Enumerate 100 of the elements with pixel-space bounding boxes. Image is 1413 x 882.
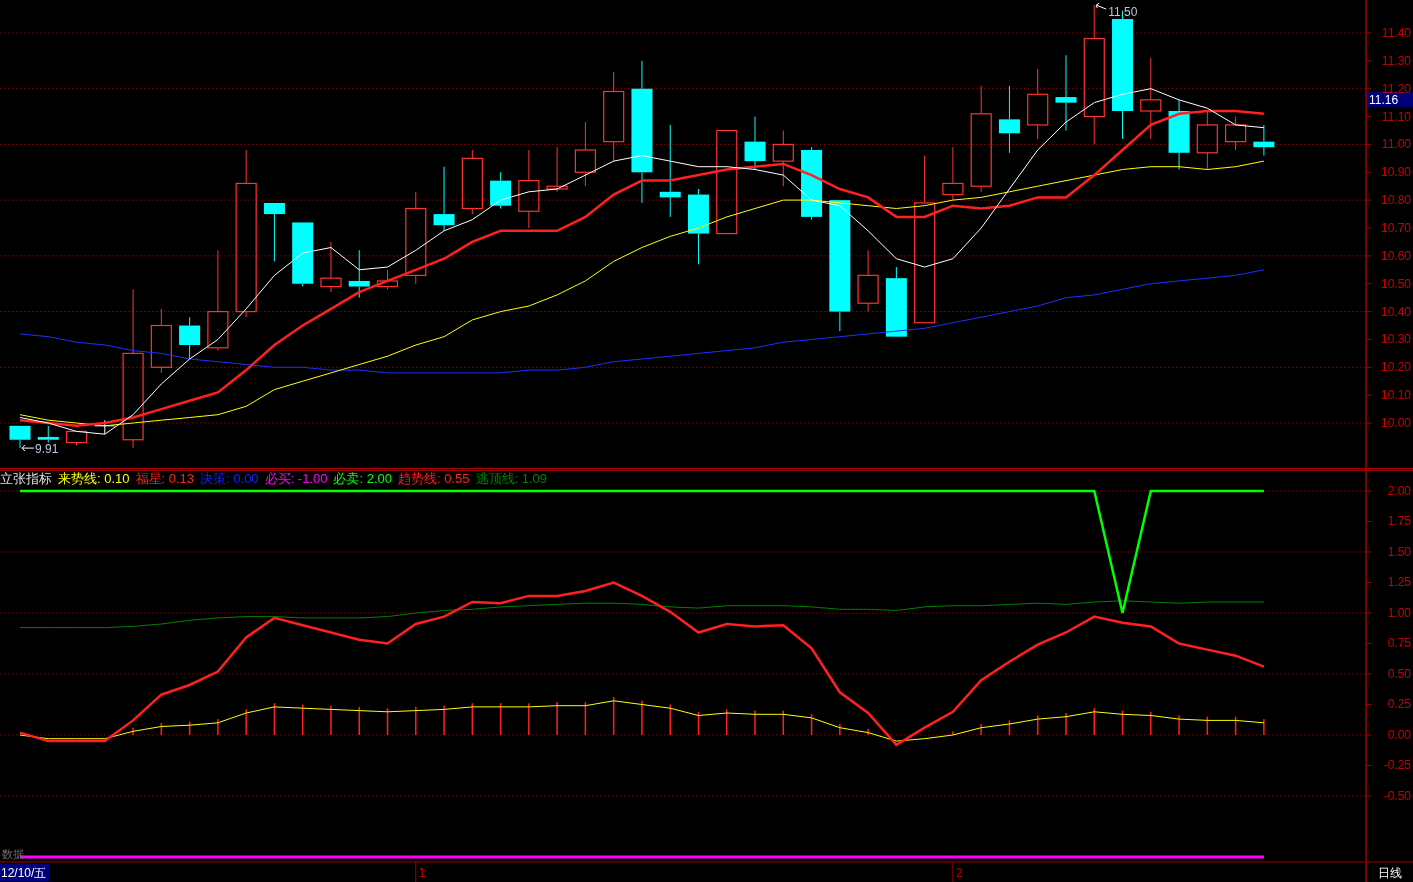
legend-value: 趋势线: 0.55 <box>398 471 470 486</box>
candlestick <box>772 130 794 187</box>
candlestick <box>1253 124 1275 157</box>
indicator-bar <box>952 731 954 735</box>
price-axis-label: 10.10 <box>1380 388 1411 403</box>
indicator-bar <box>160 722 163 735</box>
candlestick <box>348 249 370 299</box>
candlestick <box>376 269 399 290</box>
candlestick <box>857 249 879 313</box>
indicator-bar <box>330 705 332 735</box>
price-axis-label: 10.50 <box>1380 276 1411 291</box>
price-axis-label: 11.30 <box>1381 53 1411 68</box>
indicator-bar <box>499 703 502 735</box>
price-axis-label: 10.00 <box>1380 416 1411 431</box>
indicator-axis-label: 1.75 <box>1387 514 1411 529</box>
indicator-bar <box>1036 715 1039 735</box>
indicator-bar <box>641 700 643 735</box>
candlestick <box>179 316 201 360</box>
candlestick <box>433 166 455 232</box>
period-tab[interactable]: 日线 <box>1377 866 1402 880</box>
candlestick <box>744 116 766 170</box>
indicator-bar <box>415 706 417 735</box>
indicator-bar <box>1150 711 1152 735</box>
indicator-bar <box>1093 708 1095 735</box>
indicator-bar <box>471 703 474 735</box>
indicator-bar <box>726 709 728 735</box>
indicator-bar <box>754 710 756 735</box>
price-axis-label: 10.40 <box>1380 304 1411 319</box>
indicator-bar <box>358 706 360 735</box>
price-axis-label: 10.60 <box>1380 248 1411 263</box>
legend-value: 必买: -1.00 <box>264 471 328 486</box>
price-axis-label: 10.90 <box>1380 165 1411 180</box>
indicator-bar <box>1234 716 1237 735</box>
candlestick <box>574 121 596 187</box>
price-axis-label: 11.40 <box>1381 26 1411 40</box>
indicator-bar <box>980 724 982 735</box>
indicator-title: 立张指标 <box>0 471 52 486</box>
candlestick <box>65 430 88 446</box>
candlestick <box>461 149 483 215</box>
indicator-bar <box>132 727 134 735</box>
legend-value: 逃顶线: 1.09 <box>475 471 548 486</box>
indicator-bar <box>443 705 445 735</box>
price-axis-label: 10.30 <box>1380 332 1411 347</box>
legend-value: 来势线: 0.10 <box>58 471 130 486</box>
indicator-axis-label: 1.25 <box>1387 575 1411 590</box>
candlestick <box>37 425 59 444</box>
indicator-axis-label: 1.50 <box>1387 545 1411 559</box>
candlestick <box>150 308 172 374</box>
candlestick <box>490 171 512 209</box>
indicator-axis-label: 0.25 <box>1387 697 1411 712</box>
candlestick <box>320 241 342 293</box>
indicator-bar <box>1065 713 1067 735</box>
indicator-bar <box>188 721 191 735</box>
candlestick <box>263 202 285 262</box>
candlestick <box>885 266 907 338</box>
indicator-bar <box>245 709 247 735</box>
candlestick <box>1027 68 1049 140</box>
legend-value: 决策: 0.00 <box>200 471 259 486</box>
price-axis-label: 10.70 <box>1380 221 1411 235</box>
indicator-bar <box>556 702 558 735</box>
price-axis-label: 11.10 <box>1381 109 1411 124</box>
indicator-axis-label: 2.00 <box>1387 484 1411 498</box>
indicator-bar <box>1008 720 1011 735</box>
indicator-bar <box>669 704 671 735</box>
indicator-axis-label: 0.50 <box>1387 667 1411 681</box>
indicator-bar <box>528 703 530 735</box>
indicator-bar <box>867 728 869 735</box>
date-tick: 1 <box>415 861 426 882</box>
price-axis-label: 10.20 <box>1380 360 1411 375</box>
indicator-bar <box>301 704 304 735</box>
legend-value: 福星: 0.13 <box>135 471 195 486</box>
date-label: 12/10/五 <box>0 864 49 881</box>
candlestick <box>998 85 1020 154</box>
candlestick <box>546 146 568 193</box>
indicator-bar <box>217 719 219 735</box>
indicator-axis-label: 0.75 <box>1387 636 1411 651</box>
indicator-bar <box>386 708 389 735</box>
indicator-bar <box>1206 716 1209 735</box>
indicator-bar <box>697 711 700 735</box>
annotation: 9.91 <box>35 442 59 457</box>
indicator-axis-label: 0.00 <box>1387 728 1411 742</box>
indicator-bar <box>810 714 813 735</box>
indicator-bar <box>612 697 615 735</box>
indicator-bar <box>1121 710 1124 735</box>
footer-note: 数据 <box>2 848 24 860</box>
candlestick <box>1168 99 1190 170</box>
legend-value: 必卖: 2.00 <box>333 471 392 486</box>
candlestick <box>292 221 314 287</box>
annotation: 11.50 <box>1108 5 1138 20</box>
indicator-bar <box>782 710 785 735</box>
indicator-bar <box>273 703 276 735</box>
indicator-bar <box>584 702 587 735</box>
indicator-bar <box>1178 715 1180 735</box>
indicator-axis-label: 1.00 <box>1387 606 1411 620</box>
date-tick: 2 <box>952 861 963 882</box>
candlestick <box>942 146 964 201</box>
price-axis-label: 11.00 <box>1381 137 1411 152</box>
candlestick <box>1196 110 1218 170</box>
indicator-bar <box>839 724 841 735</box>
candlestick <box>9 425 31 449</box>
